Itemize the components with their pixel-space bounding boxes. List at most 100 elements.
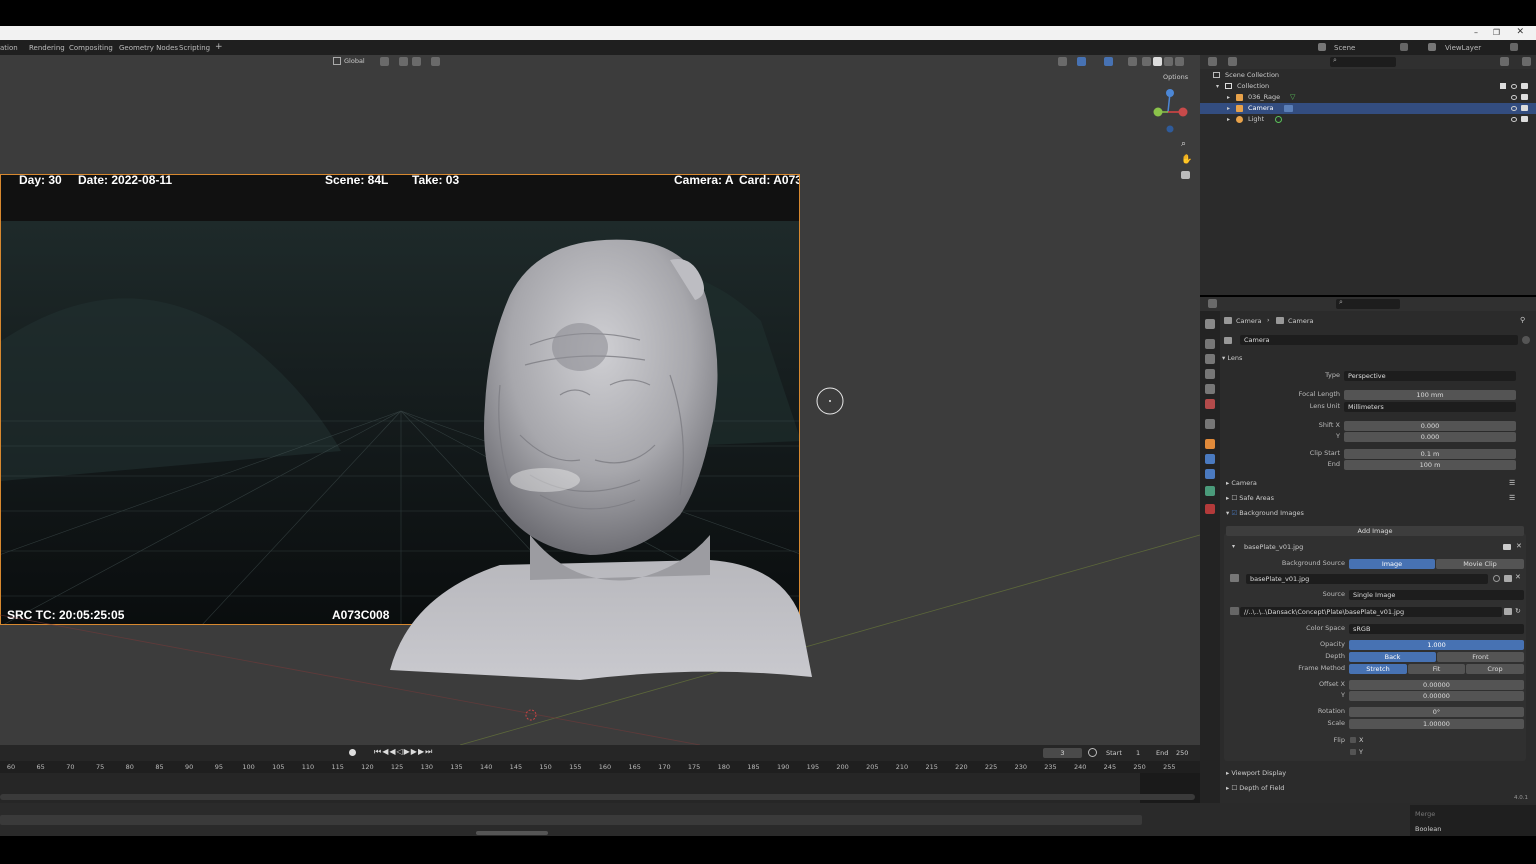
lens-unit-dropdown[interactable]: Millimeters [1344,402,1516,412]
remove-image-icon[interactable]: ✕ [1516,542,1522,550]
viewlayer-selector[interactable]: ViewLayer [1445,44,1481,52]
image-datablock-field[interactable]: basePlate_v01.jpg [1246,574,1488,584]
timeline-scrollbar[interactable] [0,794,1195,800]
tab-compositing[interactable]: Compositing [69,44,113,52]
fake-user-icon[interactable] [1522,336,1530,344]
filter-icon[interactable] [1500,57,1509,66]
rotation-field[interactable]: 0° [1349,707,1524,717]
frame-fit-toggle[interactable]: Fit [1408,664,1465,674]
tool-tab-icon[interactable] [1205,319,1215,329]
minimize-icon[interactable]: – [1474,28,1478,37]
chevron-right-icon[interactable]: ▸ [1227,92,1230,103]
viewport-display-section-header[interactable]: ▸ Viewport Display [1226,769,1286,777]
depth-front-toggle[interactable]: Front [1437,652,1524,662]
3d-viewport[interactable]: Global Options ⌕ ✋ Day: 30 Date: 2022-08… [0,55,1200,745]
texture-tab-icon[interactable] [1205,504,1215,514]
camera-section-header[interactable]: ▸ Camera [1226,479,1257,487]
source-dropdown[interactable]: Single Image [1349,590,1524,600]
shift-x-field[interactable]: 0.000 [1344,421,1516,431]
collection-checkbox[interactable] [1500,83,1506,89]
folder-icon[interactable] [1504,575,1512,582]
reload-icon[interactable]: ↻ [1515,607,1521,615]
current-frame-field[interactable]: 3 [1043,748,1082,758]
unlink-icon[interactable]: ✕ [1515,573,1521,581]
area-resize-handle[interactable] [476,831,548,835]
image-browse-icon[interactable] [1230,574,1239,582]
frame-crop-toggle[interactable]: Crop [1466,664,1524,674]
visibility-eye-icon[interactable] [1511,84,1517,89]
clock-icon[interactable] [1088,748,1097,757]
outliner-row-scene-collection[interactable]: Scene Collection [1200,70,1536,81]
render-camera-icon[interactable] [1521,105,1528,111]
outliner-row-camera[interactable]: ▸ Camera [1200,103,1536,114]
presets-icon[interactable]: ☰ [1509,479,1515,487]
timeline-ruler[interactable]: 60 65 70 75 80 85 90 95 100 105 110 115 120 125 130 135… [0,761,1200,773]
tab-geometry-nodes[interactable]: Geometry Nodes [119,44,178,52]
background-images-section-header[interactable]: ▾ ☑ Background Images [1226,509,1304,517]
depth-of-field-section-header[interactable]: ▸ ☐ Depth of Field [1226,784,1284,792]
timeline-track-area[interactable] [0,773,1200,803]
tab-rendering[interactable]: Rendering [29,44,65,52]
object-tab-icon[interactable] [1205,439,1215,449]
clip-end-field[interactable]: 100 m [1344,460,1516,470]
maximize-icon[interactable]: ❐ [1493,28,1500,37]
new-collection-icon[interactable] [1522,57,1531,66]
outliner-row-object[interactable]: ▸ 036_Rage ▽ [1200,92,1536,103]
scale-field[interactable]: 1.00000 [1349,719,1524,729]
editor-type-icon[interactable] [1208,57,1217,66]
physics-tab-icon[interactable] [1205,469,1215,479]
folder-icon[interactable] [1504,608,1512,615]
editor-type-icon[interactable] [1208,299,1217,308]
outliner-row-light[interactable]: ▸ Light [1200,114,1536,125]
end-frame-value[interactable]: 250 [1176,749,1188,757]
frame-stretch-toggle[interactable]: Stretch [1349,664,1407,674]
chevron-right-icon[interactable]: ▸ [1227,114,1230,125]
properties-search-input[interactable] [1336,299,1400,309]
source-image-toggle[interactable]: Image [1349,559,1435,569]
render-camera-icon[interactable] [1521,116,1528,122]
view-layer-tab-icon[interactable] [1205,369,1215,379]
fake-user-icon[interactable] [1493,575,1500,582]
scene-selector[interactable]: Scene [1334,44,1355,52]
offset-x-field[interactable]: 0.00000 [1349,680,1524,690]
camera-data-tab-icon[interactable] [1205,486,1215,496]
render-tab-icon[interactable] [1205,339,1215,349]
focal-length-field[interactable]: 100 mm [1344,390,1516,400]
record-icon[interactable] [349,749,356,756]
outliner-search-input[interactable] [1330,57,1396,67]
flip-x-checkbox[interactable] [1350,737,1356,743]
color-space-dropdown[interactable]: sRGB [1349,624,1524,634]
shift-y-field[interactable]: 0.000 [1344,432,1516,442]
start-frame-value[interactable]: 1 [1136,749,1140,757]
depth-back-toggle[interactable]: Back [1349,652,1436,662]
display-mode-icon[interactable] [1228,57,1237,66]
filepath-field[interactable]: //..\..\..\Dansack\Concept\Plate\basePla… [1240,607,1502,617]
world-tab-icon[interactable] [1205,399,1215,409]
outliner-row-collection[interactable]: ▾ Collection [1200,81,1536,92]
pin-icon[interactable]: ⚲ [1520,316,1525,324]
add-workspace-button[interactable]: + [215,42,223,52]
presets-icon[interactable]: ☰ [1509,494,1515,502]
new-viewlayer-icon[interactable] [1510,43,1518,51]
visibility-eye-icon[interactable] [1511,117,1517,122]
menu-item-boolean[interactable]: Boolean [1415,825,1441,833]
chevron-down-icon[interactable]: ▾ [1216,81,1219,92]
visibility-eye-icon[interactable] [1511,106,1517,111]
collection-tab-icon[interactable] [1205,419,1215,429]
clip-start-field[interactable]: 0.1 m [1344,449,1516,459]
datablock-name-field[interactable]: Camera [1240,335,1518,345]
output-tab-icon[interactable] [1205,354,1215,364]
offset-y-field[interactable]: 0.00000 [1349,691,1524,701]
lens-section-header[interactable]: ▾ Lens [1222,354,1242,362]
flip-y-checkbox[interactable] [1350,749,1356,755]
opacity-slider[interactable]: 1.000 [1349,640,1524,650]
lens-type-dropdown[interactable]: Perspective [1344,371,1516,381]
close-icon[interactable]: ✕ [1516,27,1524,37]
tab-animation[interactable]: ation [0,44,18,52]
show-in-viewport-icon[interactable] [1503,544,1511,550]
tab-scripting[interactable]: Scripting [179,44,210,52]
new-scene-icon[interactable] [1400,43,1408,51]
add-image-button[interactable]: Add Image [1226,526,1524,536]
render-camera-icon[interactable] [1521,94,1528,100]
chevron-down-icon[interactable]: ▾ [1232,543,1235,550]
